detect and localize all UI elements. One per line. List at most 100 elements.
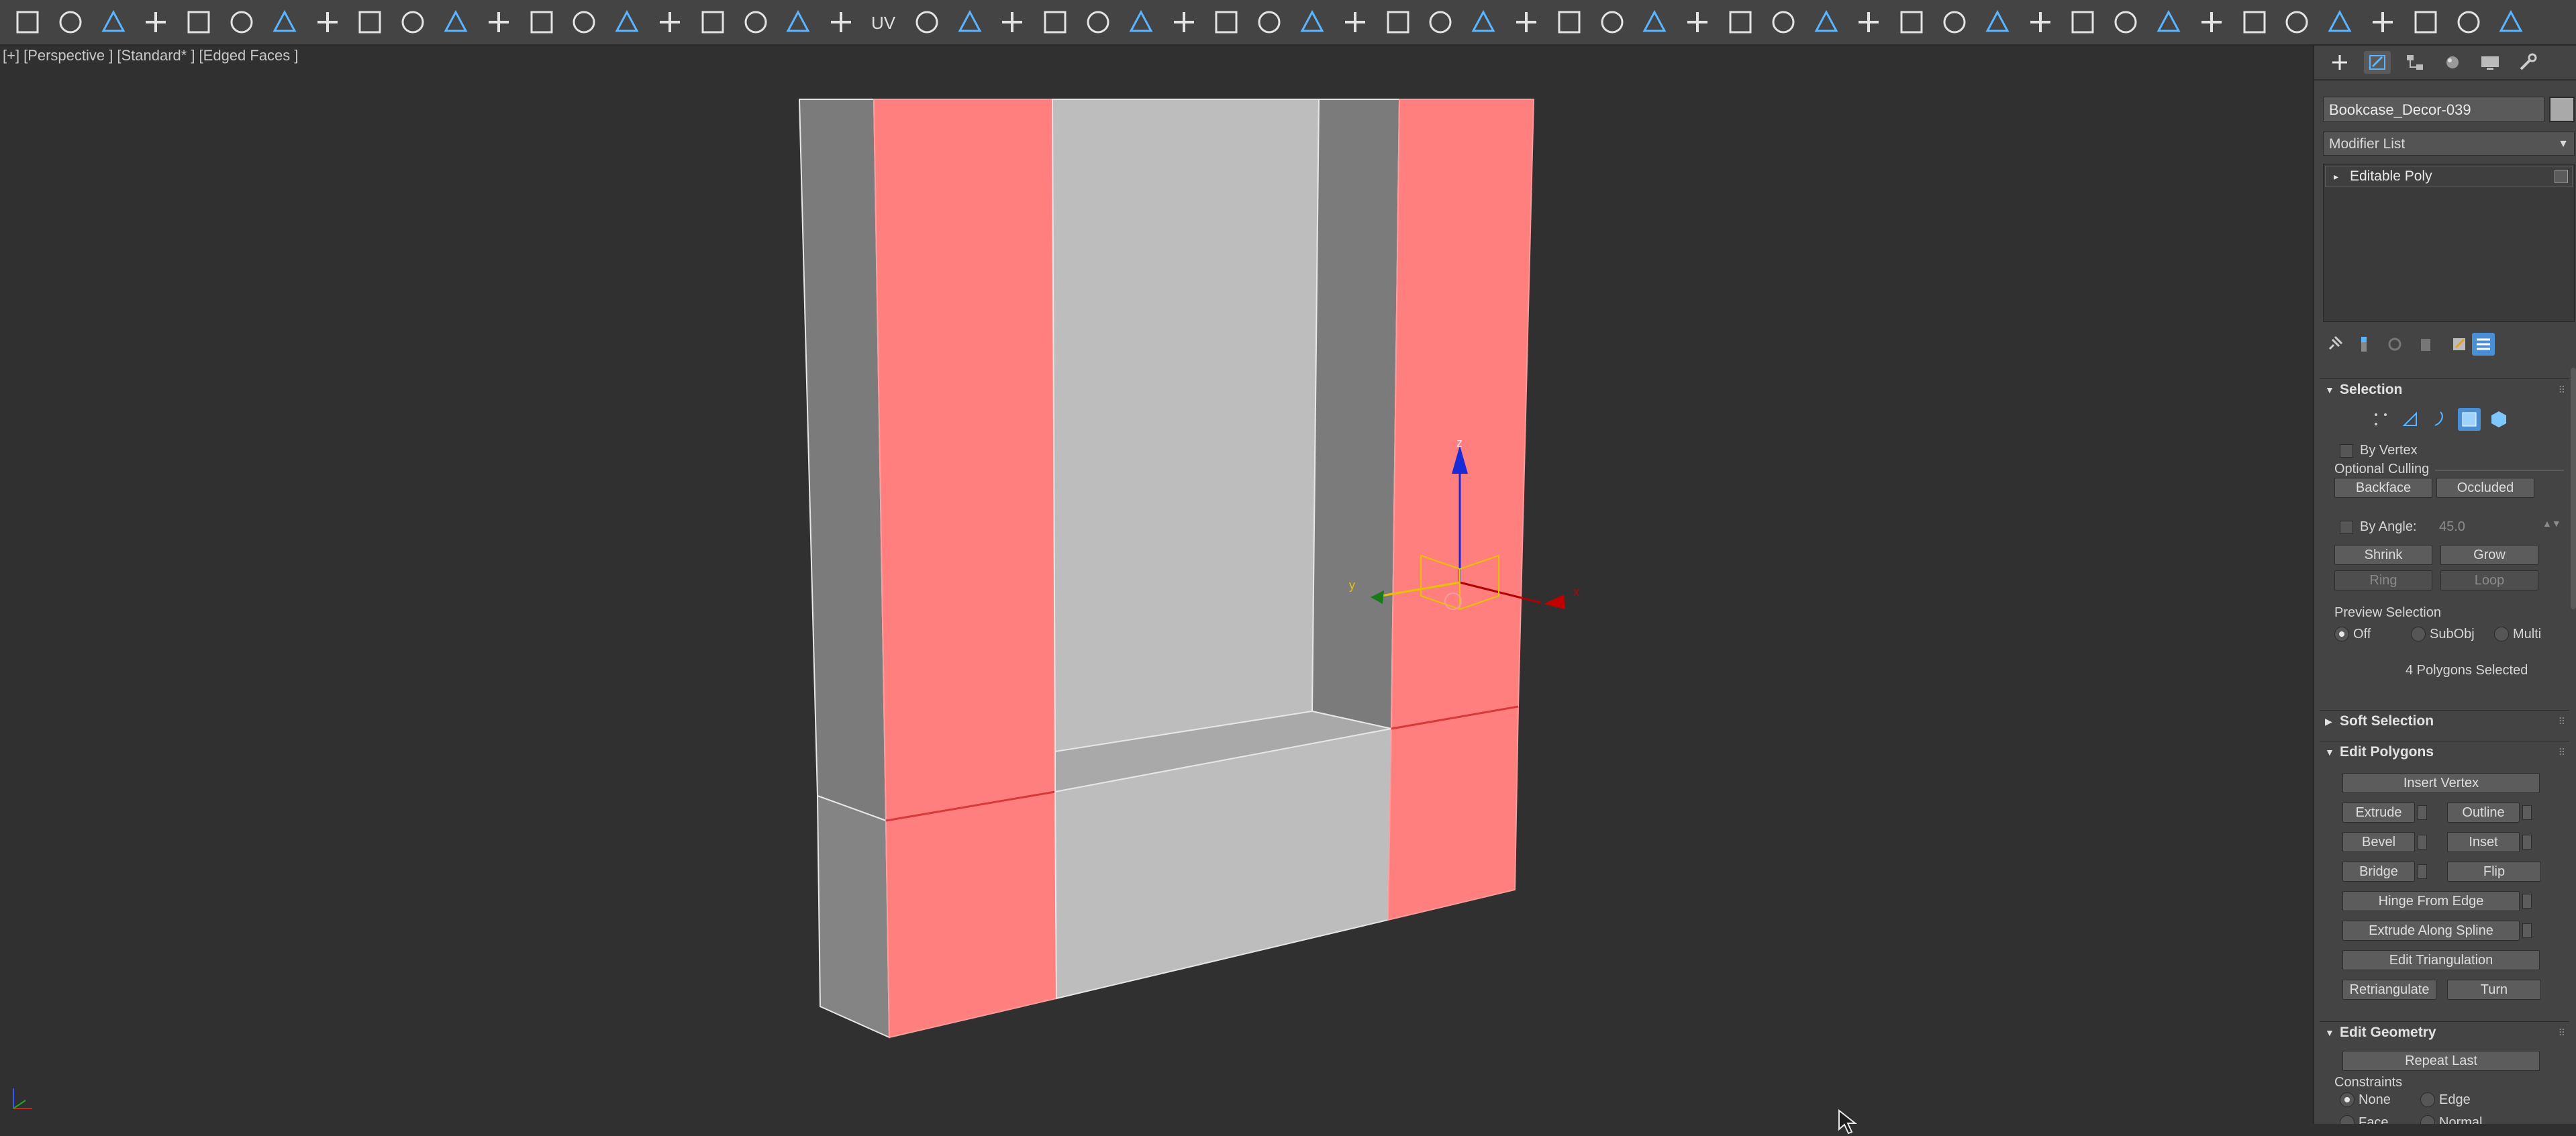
by-vertex-checkbox[interactable] xyxy=(2340,444,2353,458)
selected-face-right-lower[interactable] xyxy=(1387,705,1520,921)
make-unique-icon[interactable] xyxy=(2383,333,2406,356)
camera-icon[interactable] xyxy=(1337,4,1373,40)
inset-settings-button[interactable] xyxy=(2522,835,2532,849)
snap-icon[interactable] xyxy=(738,4,774,40)
constraint-normal-radio[interactable] xyxy=(2420,1115,2435,1124)
bookcase-inner-right-side[interactable] xyxy=(1311,99,1401,730)
vertex-mode-icon[interactable] xyxy=(2369,408,2392,431)
eyedropper-icon[interactable] xyxy=(566,4,602,40)
display-tab-icon[interactable] xyxy=(2477,51,2504,74)
display-icon[interactable] xyxy=(95,4,132,40)
box-icon[interactable] xyxy=(1294,4,1330,40)
rotate-icon[interactable] xyxy=(1893,4,1930,40)
cube1-icon[interactable] xyxy=(2193,4,2230,40)
star-icon[interactable] xyxy=(2450,4,2487,40)
preview-off-radio[interactable] xyxy=(2334,627,2349,641)
configure-sets-icon[interactable] xyxy=(2448,333,2471,356)
create-tab-plus-icon[interactable] xyxy=(2326,51,2353,74)
extrude-settings-button[interactable] xyxy=(2418,805,2427,820)
link-icon[interactable] xyxy=(309,4,346,40)
outline-button[interactable]: Outline xyxy=(2447,803,2520,823)
lock-icon[interactable] xyxy=(1594,4,1630,40)
torus-icon[interactable] xyxy=(1208,4,1244,40)
polygon-mode-icon[interactable] xyxy=(2458,408,2481,431)
rollout-selection-header[interactable]: ▼ Selection ⠿ xyxy=(2320,378,2569,400)
ribbon-panel-icon[interactable] xyxy=(2472,333,2495,356)
loop-button[interactable]: Loop xyxy=(2440,570,2538,590)
search-icon[interactable] xyxy=(9,4,46,40)
extrude-along-spline-button[interactable]: Extrude Along Spline xyxy=(2342,921,2520,941)
stack-item-editable-poly[interactable]: ▸ Editable Poly xyxy=(2325,166,2573,187)
selected-face-right-upper[interactable] xyxy=(1390,99,1535,730)
bookcase-left-side-upper[interactable] xyxy=(798,99,887,822)
outline-settings-button[interactable] xyxy=(2522,805,2532,820)
show-end-result-icon[interactable] xyxy=(2352,333,2375,356)
create-icon[interactable] xyxy=(138,4,174,40)
preview-multi-radio[interactable] xyxy=(2494,627,2509,641)
selected-face-left-lower[interactable] xyxy=(885,790,1058,1039)
constraint-edge-radio[interactable] xyxy=(2420,1092,2435,1107)
bind-icon[interactable] xyxy=(652,4,688,40)
stack-item-toggle[interactable] xyxy=(2555,170,2568,183)
element-mode-icon[interactable] xyxy=(2487,408,2510,431)
occluded-button[interactable]: Occluded xyxy=(2436,478,2534,498)
down-arrow-icon[interactable] xyxy=(2022,4,2059,40)
constraint-face-radio[interactable] xyxy=(2340,1115,2355,1124)
extrude-spline-settings-button[interactable] xyxy=(2522,923,2532,938)
hinge-from-edge-button[interactable]: Hinge From Edge xyxy=(2342,891,2520,911)
curve-icon[interactable] xyxy=(1123,4,1159,40)
select-region-icon[interactable] xyxy=(181,4,217,40)
hinge-settings-button[interactable] xyxy=(2522,894,2532,909)
gear-icon[interactable] xyxy=(1679,4,1716,40)
user-icon[interactable] xyxy=(1636,4,1673,40)
by-angle-spinner-value[interactable]: 45.0 xyxy=(2439,519,2465,535)
camera3-icon[interactable] xyxy=(1422,4,1458,40)
retriangulate-button[interactable]: Retriangulate xyxy=(2342,980,2436,1000)
modifier-stack[interactable]: ▸ Editable Poly xyxy=(2323,164,2575,322)
object-color-swatch[interactable] xyxy=(2549,97,2575,122)
check-circle-icon[interactable] xyxy=(481,4,517,40)
remove-modifier-icon[interactable] xyxy=(2414,333,2437,356)
perspective-viewport[interactable]: [+] [Perspective ] [Standard* ] [Edged Face… xyxy=(0,46,2313,1135)
material-icon[interactable] xyxy=(823,4,859,40)
hierarchy-tab-icon[interactable] xyxy=(2401,51,2428,74)
cube4-icon[interactable] xyxy=(2322,4,2358,40)
save-icon[interactable] xyxy=(2408,4,2444,40)
expand-triangle-icon[interactable]: ▸ xyxy=(2334,166,2338,187)
scene-canvas[interactable]: z y x xyxy=(0,46,2313,1124)
flip-button[interactable]: Flip xyxy=(2447,862,2541,882)
turn-button[interactable]: Turn xyxy=(2447,980,2541,1000)
bridge-button[interactable]: Bridge xyxy=(2342,862,2415,882)
utilities-tab-wrench-icon[interactable] xyxy=(2514,51,2541,74)
bevel-button[interactable]: Bevel xyxy=(2342,832,2415,852)
border-mode-icon[interactable] xyxy=(2428,408,2451,431)
edit-icon[interactable] xyxy=(266,4,303,40)
cube3-icon[interactable] xyxy=(2279,4,2315,40)
scissors-icon[interactable] xyxy=(1166,4,1202,40)
checklist-icon[interactable] xyxy=(395,4,431,40)
grow-button[interactable]: Grow xyxy=(2440,545,2538,565)
motion-tab-icon[interactable] xyxy=(2439,51,2466,74)
crop-icon[interactable] xyxy=(1850,4,1887,40)
preview-subobj-radio[interactable] xyxy=(2411,627,2426,641)
play-icon[interactable] xyxy=(1551,4,1587,40)
inset-button[interactable]: Inset xyxy=(2447,832,2520,852)
selected-face-left-upper[interactable] xyxy=(873,99,1056,822)
toggle-icon[interactable] xyxy=(524,4,560,40)
lasso-icon[interactable] xyxy=(695,4,731,40)
rollout-soft-selection-header[interactable]: ▶ Soft Selection ⠿ xyxy=(2320,710,2569,731)
spinner-arrows-icon[interactable]: ▲▼ xyxy=(2542,518,2561,529)
panel-icon[interactable] xyxy=(1765,4,1801,40)
up-arrow-icon[interactable] xyxy=(2065,4,2101,40)
cloud-icon[interactable] xyxy=(2493,4,2529,40)
bridge-settings-button[interactable] xyxy=(2418,864,2427,879)
eye-icon[interactable] xyxy=(909,4,945,40)
bookcase-left-side-lower[interactable] xyxy=(816,794,891,1039)
align-icon[interactable] xyxy=(2108,4,2144,40)
scale-icon[interactable] xyxy=(1979,4,2016,40)
move-add-icon[interactable] xyxy=(1251,4,1287,40)
modify-tab-icon[interactable] xyxy=(2364,51,2391,74)
light-icon[interactable] xyxy=(994,4,1030,40)
flag-icon[interactable] xyxy=(1037,4,1073,40)
open-folder-icon[interactable] xyxy=(52,4,89,40)
